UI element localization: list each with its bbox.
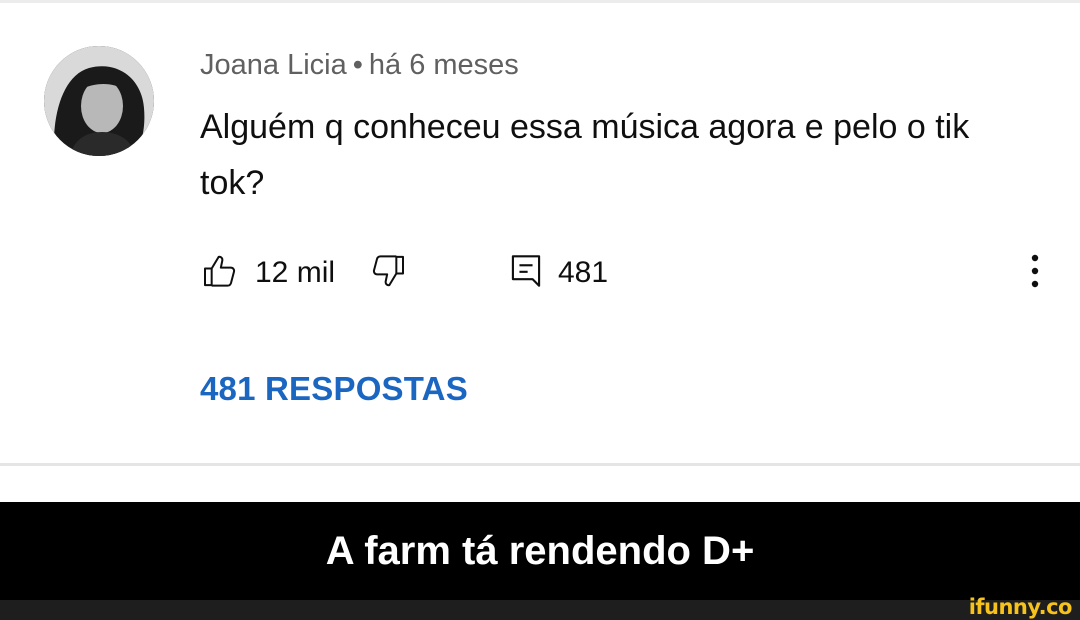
more-options-button[interactable] (1020, 249, 1050, 293)
comment-text: Alguém q conheceu essa música agora e pe… (200, 108, 970, 202)
comment-meta: Joana Licia • há 6 meses (200, 49, 519, 82)
caption-text: A farm tá rendendo D+ (325, 528, 755, 573)
avatar-image (44, 46, 154, 156)
like-count: 12 mil (255, 256, 336, 289)
meta-separator: • (352, 49, 363, 81)
author-name[interactable]: Joana Licia (200, 49, 347, 81)
footer-bar (0, 600, 1080, 620)
comment-actions: 12 mil 481 (200, 249, 1060, 293)
dislike-button[interactable] (368, 249, 408, 293)
view-replies-link[interactable]: 481 RESPOSTAS (200, 370, 468, 408)
thumbs-up-icon (204, 255, 236, 287)
comment-card: Joana Licia • há 6 meses Alguém q conheceu… (0, 3, 1080, 463)
more-vertical-icon (1031, 254, 1039, 288)
comment-icon (511, 255, 541, 287)
like-button[interactable] (200, 249, 240, 293)
reply-count: 481 (558, 256, 609, 289)
reply-button[interactable] (508, 249, 544, 293)
bottom-divider (0, 463, 1080, 466)
avatar[interactable] (44, 46, 154, 156)
caption-band: A farm tá rendendo D+ (0, 502, 1080, 600)
ifunny-watermark: ifunny.co (968, 595, 1073, 619)
comment-time: há 6 meses (368, 49, 519, 81)
thumbs-down-icon (372, 255, 404, 287)
